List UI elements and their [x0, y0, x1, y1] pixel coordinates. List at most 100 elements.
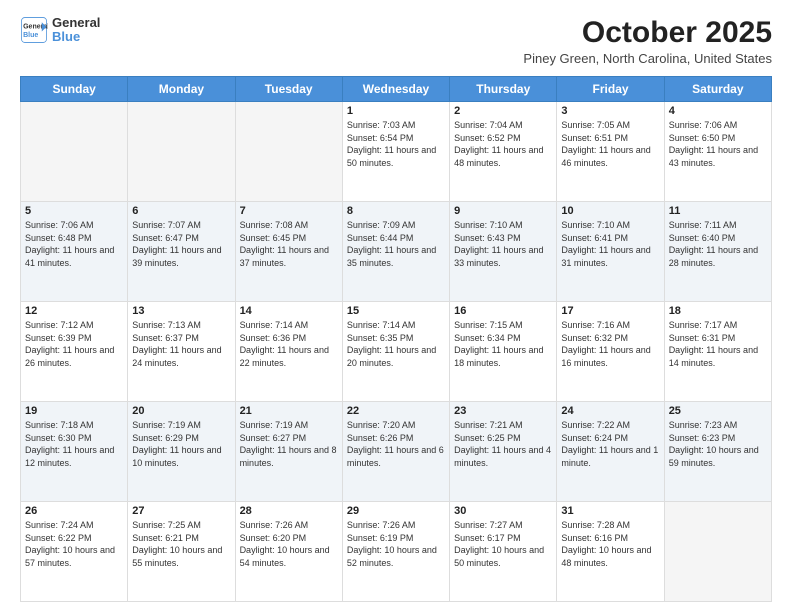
day-info: Sunrise: 7:16 AM Sunset: 6:32 PM Dayligh…: [561, 319, 659, 369]
calendar-cell: [21, 102, 128, 202]
logo: General Blue General Blue: [20, 16, 100, 45]
day-number: 6: [132, 205, 230, 217]
col-saturday: Saturday: [664, 77, 771, 102]
calendar-cell: 27 Sunrise: 7:25 AM Sunset: 6:21 PM Dayli…: [128, 502, 235, 602]
calendar-cell: 10Sunrise: 7:10 AM Sunset: 6:41 PM Dayli…: [557, 202, 664, 302]
day-number: 1: [347, 105, 445, 117]
calendar-cell: 3 Sunrise: 7:05 AM Sunset: 6:51 PM Daylig…: [557, 102, 664, 202]
calendar-cell: 2 Sunrise: 7:04 AM Sunset: 6:52 PM Daylig…: [450, 102, 557, 202]
day-info: Sunrise: 7:22 AM Sunset: 6:24 PM Dayligh…: [561, 419, 659, 469]
day-info: Sunrise: 7:23 AM Sunset: 6:23 PM Dayligh…: [669, 419, 767, 469]
calendar-cell: 24 Sunrise: 7:22 AM Sunset: 6:24 PM Dayli…: [557, 402, 664, 502]
day-info: Sunrise: 7:14 AM Sunset: 6:35 PM Dayligh…: [347, 319, 445, 369]
calendar-cell: 18Sunrise: 7:17 AM Sunset: 6:31 PM Dayli…: [664, 302, 771, 402]
day-number: 3: [561, 105, 659, 117]
calendar-cell: [664, 502, 771, 602]
calendar-cell: 26 Sunrise: 7:24 AM Sunset: 6:22 PM Dayli…: [21, 502, 128, 602]
calendar-cell: 28 Sunrise: 7:26 AM Sunset: 6:20 PM Dayli…: [235, 502, 342, 602]
calendar-cell: 16Sunrise: 7:15 AM Sunset: 6:34 PM Dayli…: [450, 302, 557, 402]
day-number: 27: [132, 505, 230, 517]
day-number: 22: [347, 405, 445, 417]
day-number: 19: [25, 405, 123, 417]
day-info: Sunrise: 7:18 AM Sunset: 6:30 PM Dayligh…: [25, 419, 123, 469]
day-info: Sunrise: 7:19 AM Sunset: 6:27 PM Dayligh…: [240, 419, 338, 469]
col-tuesday: Tuesday: [235, 77, 342, 102]
day-info: Sunrise: 7:13 AM Sunset: 6:37 PM Dayligh…: [132, 319, 230, 369]
calendar-cell: 13 Sunrise: 7:13 AM Sunset: 6:37 PM Dayli…: [128, 302, 235, 402]
day-info: Sunrise: 7:04 AM Sunset: 6:52 PM Dayligh…: [454, 119, 552, 169]
col-thursday: Thursday: [450, 77, 557, 102]
day-number: 7: [240, 205, 338, 217]
calendar-cell: 23 Sunrise: 7:21 AM Sunset: 6:25 PM Dayli…: [450, 402, 557, 502]
col-sunday: Sunday: [21, 77, 128, 102]
calendar-cell: [235, 102, 342, 202]
day-number: 30: [454, 505, 552, 517]
day-info: Sunrise: 7:19 AM Sunset: 6:29 PM Dayligh…: [132, 419, 230, 469]
calendar-cell: 20Sunrise: 7:19 AM Sunset: 6:29 PM Dayli…: [128, 402, 235, 502]
calendar-week-4: 19 Sunrise: 7:18 AM Sunset: 6:30 PM Dayli…: [21, 402, 772, 502]
day-number: 14: [240, 305, 338, 317]
day-number: 23: [454, 405, 552, 417]
day-info: Sunrise: 7:10 AM Sunset: 6:41 PM Dayligh…: [561, 219, 659, 269]
day-info: Sunrise: 7:06 AM Sunset: 6:50 PM Dayligh…: [669, 119, 767, 169]
calendar-cell: 5 Sunrise: 7:06 AM Sunset: 6:48 PM Daylig…: [21, 202, 128, 302]
calendar-cell: 9Sunrise: 7:10 AM Sunset: 6:43 PM Daylig…: [450, 202, 557, 302]
day-info: Sunrise: 7:26 AM Sunset: 6:19 PM Dayligh…: [347, 519, 445, 569]
day-info: Sunrise: 7:15 AM Sunset: 6:34 PM Dayligh…: [454, 319, 552, 369]
title-block: October 2025 Piney Green, North Carolina…: [523, 16, 772, 66]
day-number: 15: [347, 305, 445, 317]
logo-general: General: [52, 16, 100, 30]
day-info: Sunrise: 7:21 AM Sunset: 6:25 PM Dayligh…: [454, 419, 552, 469]
day-number: 5: [25, 205, 123, 217]
day-number: 17: [561, 305, 659, 317]
day-number: 13: [132, 305, 230, 317]
calendar-cell: 15 Sunrise: 7:14 AM Sunset: 6:35 PM Dayli…: [342, 302, 449, 402]
day-info: Sunrise: 7:08 AM Sunset: 6:45 PM Dayligh…: [240, 219, 338, 269]
day-info: Sunrise: 7:10 AM Sunset: 6:43 PM Dayligh…: [454, 219, 552, 269]
day-info: Sunrise: 7:06 AM Sunset: 6:48 PM Dayligh…: [25, 219, 123, 269]
day-info: Sunrise: 7:11 AM Sunset: 6:40 PM Dayligh…: [669, 219, 767, 269]
col-friday: Friday: [557, 77, 664, 102]
col-wednesday: Wednesday: [342, 77, 449, 102]
day-number: 21: [240, 405, 338, 417]
day-info: Sunrise: 7:26 AM Sunset: 6:20 PM Dayligh…: [240, 519, 338, 569]
calendar-cell: 1 Sunrise: 7:03 AM Sunset: 6:54 PM Daylig…: [342, 102, 449, 202]
calendar-cell: 29 Sunrise: 7:26 AM Sunset: 6:19 PM Dayli…: [342, 502, 449, 602]
day-number: 11: [669, 205, 767, 217]
day-number: 2: [454, 105, 552, 117]
page: General Blue General Blue October 2025 P…: [0, 0, 792, 612]
calendar-week-1: 1 Sunrise: 7:03 AM Sunset: 6:54 PM Daylig…: [21, 102, 772, 202]
calendar-cell: 22 Sunrise: 7:20 AM Sunset: 6:26 PM Dayli…: [342, 402, 449, 502]
day-number: 18: [669, 305, 767, 317]
header: General Blue General Blue October 2025 P…: [20, 16, 772, 66]
day-number: 26: [25, 505, 123, 517]
calendar-cell: 31Sunrise: 7:28 AM Sunset: 6:16 PM Dayli…: [557, 502, 664, 602]
day-info: Sunrise: 7:09 AM Sunset: 6:44 PM Dayligh…: [347, 219, 445, 269]
svg-text:Blue: Blue: [23, 32, 38, 39]
day-info: Sunrise: 7:24 AM Sunset: 6:22 PM Dayligh…: [25, 519, 123, 569]
day-number: 25: [669, 405, 767, 417]
day-info: Sunrise: 7:25 AM Sunset: 6:21 PM Dayligh…: [132, 519, 230, 569]
calendar-cell: 21 Sunrise: 7:19 AM Sunset: 6:27 PM Dayli…: [235, 402, 342, 502]
day-info: Sunrise: 7:20 AM Sunset: 6:26 PM Dayligh…: [347, 419, 445, 469]
logo-blue: Blue: [52, 30, 100, 44]
day-info: Sunrise: 7:05 AM Sunset: 6:51 PM Dayligh…: [561, 119, 659, 169]
calendar-cell: 12 Sunrise: 7:12 AM Sunset: 6:39 PM Dayli…: [21, 302, 128, 402]
day-info: Sunrise: 7:28 AM Sunset: 6:16 PM Dayligh…: [561, 519, 659, 569]
calendar-cell: 4Sunrise: 7:06 AM Sunset: 6:50 PM Daylig…: [664, 102, 771, 202]
day-info: Sunrise: 7:14 AM Sunset: 6:36 PM Dayligh…: [240, 319, 338, 369]
day-info: Sunrise: 7:07 AM Sunset: 6:47 PM Dayligh…: [132, 219, 230, 269]
col-monday: Monday: [128, 77, 235, 102]
day-info: Sunrise: 7:03 AM Sunset: 6:54 PM Dayligh…: [347, 119, 445, 169]
calendar-table: Sunday Monday Tuesday Wednesday Thursday…: [20, 76, 772, 602]
day-number: 12: [25, 305, 123, 317]
day-info: Sunrise: 7:12 AM Sunset: 6:39 PM Dayligh…: [25, 319, 123, 369]
day-number: 8: [347, 205, 445, 217]
day-number: 24: [561, 405, 659, 417]
month-year-title: October 2025: [523, 16, 772, 49]
calendar-cell: 6 Sunrise: 7:07 AM Sunset: 6:47 PM Daylig…: [128, 202, 235, 302]
calendar-cell: 25 Sunrise: 7:23 AM Sunset: 6:23 PM Dayli…: [664, 402, 771, 502]
calendar-header-row: Sunday Monday Tuesday Wednesday Thursday…: [21, 77, 772, 102]
day-number: 28: [240, 505, 338, 517]
day-number: 29: [347, 505, 445, 517]
